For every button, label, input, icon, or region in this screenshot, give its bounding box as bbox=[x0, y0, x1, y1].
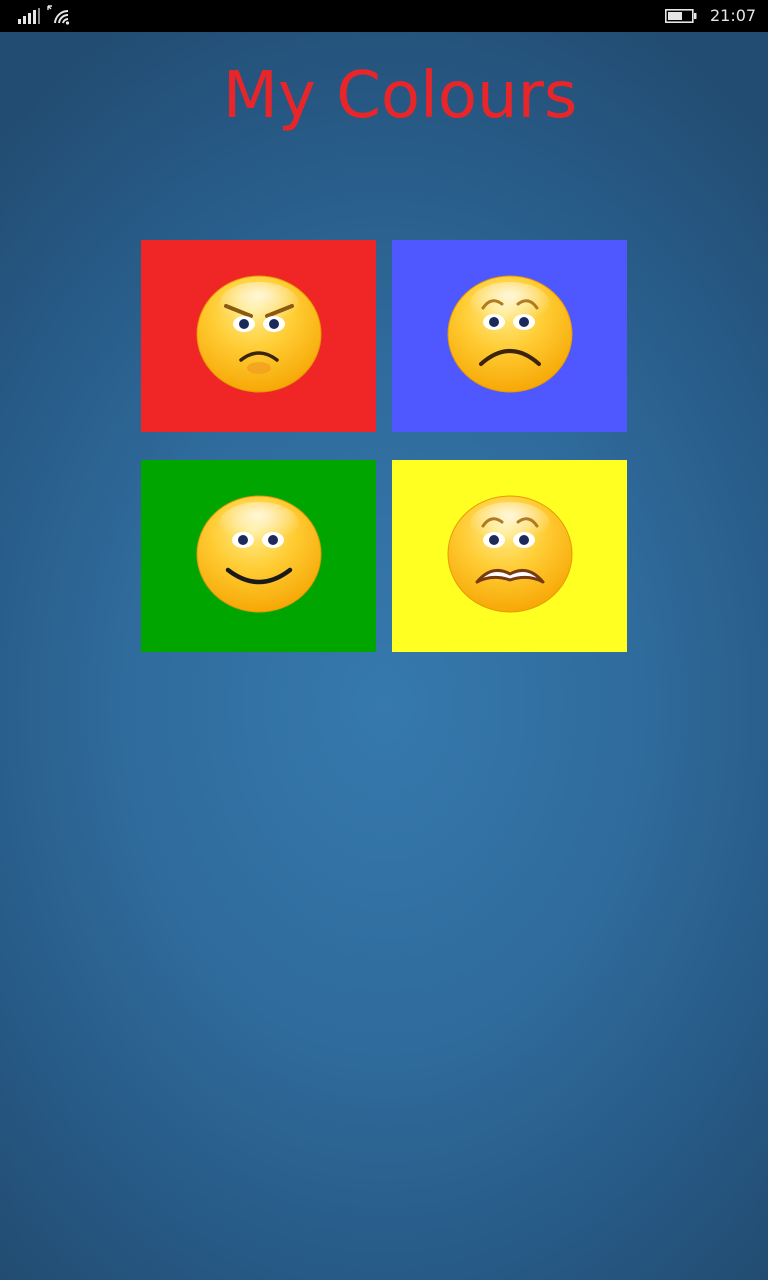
signal-strength-icon bbox=[18, 8, 40, 24]
wifi-icon bbox=[47, 5, 70, 25]
angry-face-icon bbox=[196, 275, 322, 393]
battery-icon bbox=[665, 9, 697, 23]
page-title: My Colours bbox=[222, 59, 578, 133]
worried-face-icon bbox=[447, 275, 573, 393]
status-clock: 21:07 bbox=[710, 6, 757, 25]
colour-tile-red[interactable] bbox=[141, 240, 376, 432]
colour-tile-blue[interactable] bbox=[392, 240, 627, 432]
colour-tile-yellow[interactable] bbox=[392, 460, 627, 652]
smiling-face-icon bbox=[196, 495, 322, 613]
anxious-face-icon bbox=[447, 495, 573, 613]
colour-tile-green[interactable] bbox=[141, 460, 376, 652]
status-bar: 21:07 bbox=[0, 0, 768, 32]
